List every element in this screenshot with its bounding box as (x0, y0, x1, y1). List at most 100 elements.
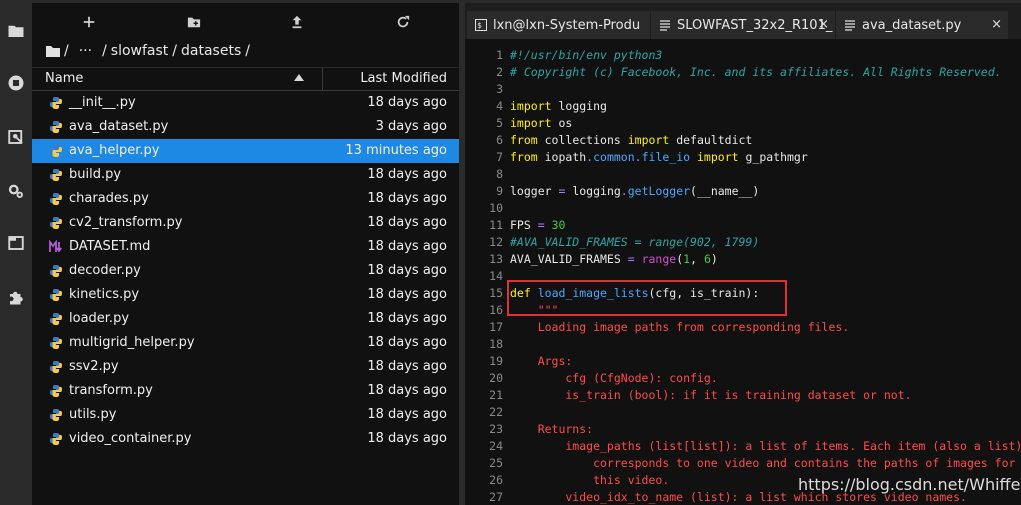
line-number: 20 (489, 371, 503, 385)
column-last-modified-header[interactable]: Last Modified (360, 71, 447, 86)
file-row[interactable]: ava_dataset.py 3 days ago (32, 115, 459, 139)
file-row[interactable]: cv2_transform.py 18 days ago (32, 211, 459, 235)
line-number: 19 (489, 354, 503, 368)
code-token: Returns: (510, 422, 594, 436)
folder-icon[interactable] (6, 21, 26, 41)
line-number: 2 (496, 65, 503, 79)
tab-ava-dataset[interactable]: ava_dataset.py × (836, 11, 1008, 39)
python-icon (49, 336, 63, 350)
python-icon (49, 120, 63, 134)
code-token: range (641, 252, 677, 266)
code-line: logger = logging.getLogger(__name__) (510, 183, 1021, 200)
file-row[interactable]: __init__.py 18 days ago (32, 91, 459, 115)
line-number: 10 (489, 201, 503, 215)
code-line: is_train (bool): if it is training datas… (510, 387, 1021, 404)
code-token: g_pathmgr (738, 150, 808, 164)
code-line: corresponds to one video and contains th… (510, 455, 1021, 472)
file-row[interactable]: ssv2.py 18 days ago (32, 355, 459, 379)
python-icon (49, 408, 63, 422)
new-folder-icon[interactable] (183, 11, 205, 33)
column-divider[interactable] (322, 68, 323, 90)
file-row[interactable]: loader.py 18 days ago (32, 307, 459, 331)
code-editor[interactable]: 1 2 3 4 5 6 7 8 9 10 11 12 13 14 15 16 17 18 19 20 21 22 23 24 2… (465, 47, 1021, 505)
breadcrumb-separator: / (245, 43, 250, 59)
breadcrumb: / ··· / slowfast / datasets / (46, 41, 254, 61)
tab-close-icon[interactable]: × (991, 17, 1002, 32)
svg-text:$: $ (477, 21, 482, 30)
running-sessions-icon[interactable] (6, 73, 26, 93)
python-icon (49, 96, 63, 110)
file-name: DATASET.md (69, 239, 151, 254)
tabs-icon[interactable] (6, 233, 26, 253)
file-row[interactable]: DATASET.md 18 days ago (32, 235, 459, 259)
file-list: __init__.py 18 days ago ava_dataset.py 3 da… (32, 91, 459, 451)
code-token: . (620, 184, 628, 198)
file-row[interactable]: transform.py 18 days ago (32, 379, 459, 403)
file-row[interactable]: ava_helper.py 13 minutes ago (32, 139, 459, 163)
line-number: 14 (489, 269, 503, 283)
file-name: __init__.py (69, 95, 136, 110)
home-folder-icon[interactable] (46, 45, 60, 57)
python-icon (49, 168, 63, 182)
editor-area: $ lxn@lxn-System-Produ SLOWFAST_32x2_R10… (465, 3, 1021, 505)
code-line: ​ (510, 404, 1021, 421)
column-name-header[interactable]: Name (45, 71, 83, 86)
code-token: getLogger (627, 184, 691, 198)
command-palette-icon[interactable] (6, 127, 26, 147)
refresh-icon[interactable] (392, 11, 414, 33)
file-row[interactable]: utils.py 18 days ago (32, 403, 459, 427)
line-number: 12 (489, 235, 503, 249)
line-number: 18 (489, 337, 503, 351)
gears-icon[interactable] (6, 181, 26, 201)
line-number: 27 (489, 490, 503, 504)
line-number: 8 (496, 167, 503, 181)
breadcrumb-slowfast[interactable]: slowfast (111, 43, 169, 59)
file-row[interactable]: video_container.py 18 days ago (32, 427, 459, 451)
code-token: import (510, 116, 552, 130)
tab-bar: $ lxn@lxn-System-Produ SLOWFAST_32x2_R10… (465, 3, 1021, 39)
sort-ascending-icon[interactable] (294, 74, 304, 81)
upload-icon[interactable] (286, 11, 308, 33)
breadcrumb-datasets[interactable]: datasets (181, 43, 241, 59)
code-line: image_paths (list[list]): a list of item… (510, 438, 1021, 455)
code-token: import (627, 133, 670, 147)
line-number: 15 (489, 286, 503, 300)
breadcrumb-separator: / (172, 43, 178, 59)
code-line: def load_image_lists(cfg, is_train): (510, 285, 1021, 302)
code-token: defaultdict (669, 133, 753, 147)
file-name: decoder.py (69, 263, 141, 278)
tab-slowfast-config[interactable]: SLOWFAST_32x2_R101_ × (651, 11, 835, 39)
file-row[interactable]: build.py 18 days ago (32, 163, 459, 187)
file-row[interactable]: multigrid_helper.py 18 days ago (32, 331, 459, 355)
code-token: """ (537, 303, 559, 317)
file-modified: 3 days ago (375, 119, 447, 134)
code-token: file_io (641, 150, 691, 164)
file-row[interactable]: decoder.py 18 days ago (32, 259, 459, 283)
code-token: corresponds to one video and contains th… (510, 456, 1016, 470)
line-number-gutter: 1 2 3 4 5 6 7 8 9 10 11 12 13 14 15 16 17 18 19 20 21 22 23 24 2… (465, 47, 503, 505)
new-launcher-plus-icon[interactable] (78, 11, 100, 33)
tab-label: lxn@lxn-System-Produ (493, 17, 641, 33)
code-line: ​ (510, 81, 1021, 98)
file-row[interactable]: kinetics.py 18 days ago (32, 283, 459, 307)
line-number: 3 (496, 82, 503, 96)
breadcrumb-ellipsis[interactable]: ··· (79, 43, 92, 59)
code-token: image_paths (list[list]): a list of item… (510, 439, 1021, 453)
file-name: ssv2.py (69, 359, 119, 374)
line-number: 5 (496, 116, 503, 130)
tab-close-icon[interactable]: × (818, 17, 829, 32)
code-lines: #!/usr/bin/env python3 # Copyright (c) Fa… (510, 47, 1021, 505)
code-token: FPS (510, 218, 538, 232)
code-line: from collections import defaultdict (510, 132, 1021, 149)
line-number: 21 (489, 388, 503, 402)
line-number: 24 (489, 439, 503, 453)
code-line: Returns: (510, 421, 1021, 438)
extension-puzzle-icon[interactable] (6, 287, 26, 307)
code-line: from iopath.common.file_io import g_path… (510, 149, 1021, 166)
tab-terminal[interactable]: $ lxn@lxn-System-Produ (467, 11, 650, 39)
code-line: #AVA_VALID_FRAMES = range(902, 1799) (510, 234, 1021, 251)
code-line: # Copyright (c) Facebook, Inc. and its a… (510, 64, 1021, 81)
file-row[interactable]: charades.py 18 days ago (32, 187, 459, 211)
